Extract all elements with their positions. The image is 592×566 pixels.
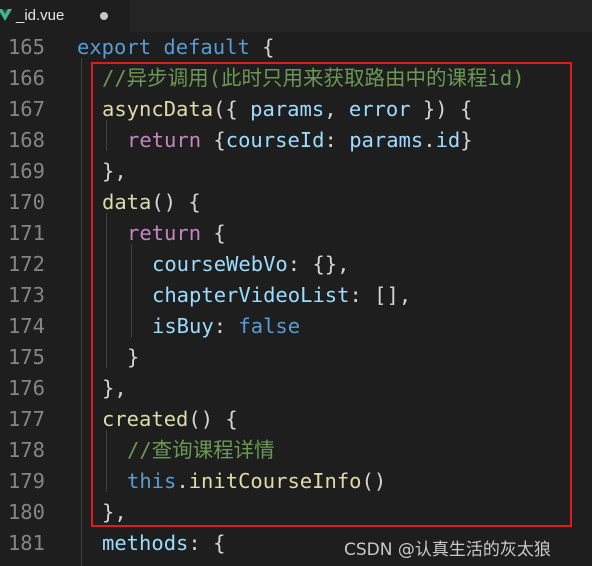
line-number: 179 [7, 469, 45, 493]
line-number: 173 [7, 283, 45, 307]
vue-file-icon [0, 9, 12, 21]
line-number: 168 [7, 128, 45, 152]
line-number: 169 [7, 159, 45, 183]
code-text: methods: { [102, 528, 225, 559]
tab-id-vue[interactable]: _id.vue [0, 0, 130, 32]
tab-filename: _id.vue [16, 7, 65, 24]
code-token: default [163, 35, 250, 59]
line-number: 178 [7, 438, 45, 462]
line-number: 174 [7, 314, 45, 338]
line-number: 167 [7, 97, 45, 121]
code-line[interactable]: 165 export default { [0, 32, 592, 63]
line-number: 166 [7, 66, 45, 90]
code-text: export default { [77, 32, 275, 63]
line-number: 176 [7, 376, 45, 400]
line-number: 172 [7, 252, 45, 276]
line-number: 165 [7, 35, 45, 59]
unsaved-dot-icon[interactable] [100, 12, 108, 20]
code-token: export [77, 35, 152, 59]
line-number: 175 [7, 345, 45, 369]
code-token: { [249, 35, 275, 59]
line-number: 171 [7, 221, 45, 245]
line-number: 170 [7, 190, 45, 214]
code-token: methods [102, 531, 189, 555]
line-number: 180 [7, 500, 45, 524]
tab-bar: _id.vue [0, 0, 592, 32]
watermark: CSDN @认真生活的灰太狼 [344, 540, 551, 560]
code-token: : { [188, 531, 226, 555]
highlight-box [91, 62, 572, 527]
line-number: 177 [7, 407, 45, 431]
line-number: 181 [7, 531, 45, 555]
